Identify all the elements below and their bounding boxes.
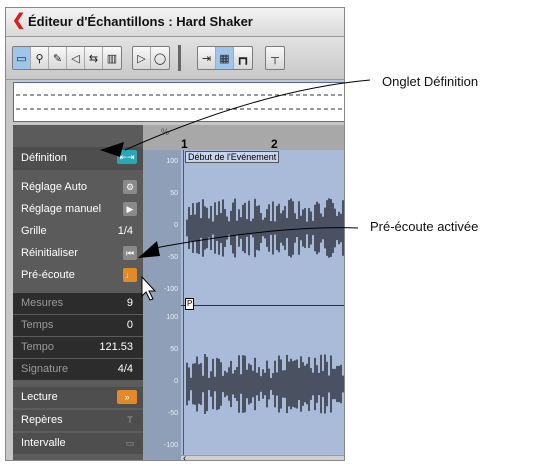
callout-preview: Pré-écoute activée [370,219,479,234]
callout-arrowhead-definition [100,142,124,157]
callout-arrowhead-preview [138,241,160,258]
callout-line-preview [154,227,359,249]
callout-definition: Onglet Définition [382,74,479,89]
mouse-cursor-icon [141,275,157,301]
callout-line-definition [124,79,371,151]
